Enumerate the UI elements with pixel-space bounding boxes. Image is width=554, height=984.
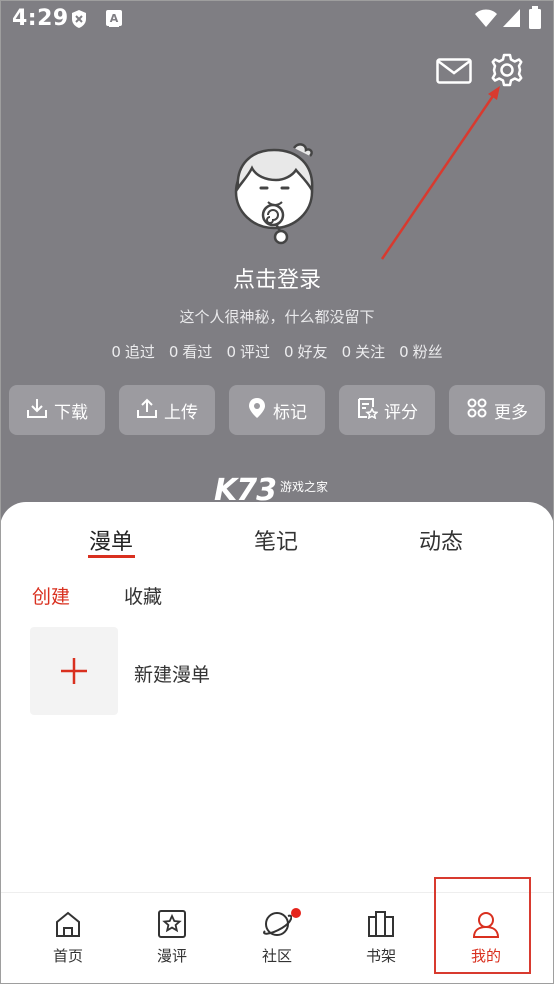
nav-community[interactable]: 社区 [227,893,327,984]
home-icon [53,909,83,943]
tab-notes[interactable]: 笔记 [254,524,298,556]
tab-lists[interactable]: 漫单 [89,524,133,556]
subtab-created[interactable]: 创建 [32,582,70,609]
subtab-favorites[interactable]: 收藏 [124,582,162,609]
plus-icon [60,657,88,689]
tab-activity[interactable]: 动态 [419,524,463,556]
planet-icon [262,909,293,943]
new-list-label[interactable]: 新建漫单 [134,660,210,687]
active-tab-indicator [88,555,135,558]
new-list-button[interactable] [30,627,118,715]
star-review-icon [157,909,187,943]
nav-reviews[interactable]: 漫评 [122,893,222,984]
bookshelf-icon [366,909,396,943]
nav-home[interactable]: 首页 [18,893,118,984]
nav-bookshelf[interactable]: 书架 [331,893,431,984]
notification-badge [291,908,301,918]
annotation-highlight-box [434,877,531,974]
